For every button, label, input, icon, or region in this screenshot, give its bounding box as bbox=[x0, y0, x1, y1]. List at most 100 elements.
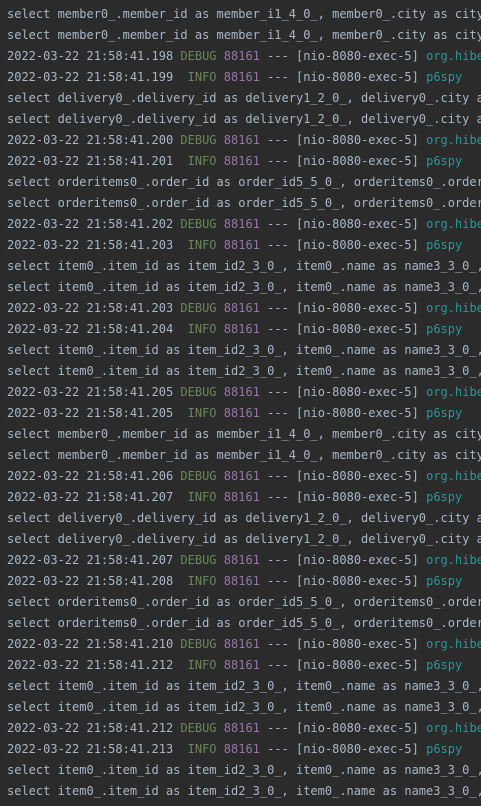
log-line: 2022-03-22 21:58:41.199 INFO 88161 --- [… bbox=[0, 67, 481, 88]
log-level: INFO bbox=[180, 70, 217, 84]
separator: --- bbox=[267, 742, 289, 756]
logger-name: org.hibe bbox=[426, 637, 481, 651]
process-id: 88161 bbox=[223, 322, 260, 336]
sql-text: select member0_.member_id as member_i1_4… bbox=[7, 427, 481, 441]
timestamp: 2022-03-22 21:58:41.210 bbox=[7, 637, 174, 651]
sql-text: select member0_.member_id as member_i1_4… bbox=[7, 7, 481, 21]
sql-text: select member0_.member_id as member_i1_4… bbox=[7, 28, 481, 42]
sql-text: select item0_.item_id as item_id2_3_0_, … bbox=[7, 259, 481, 273]
log-level: DEBUG bbox=[180, 49, 217, 63]
separator: --- bbox=[267, 301, 289, 315]
logger-name: p6spy bbox=[426, 406, 463, 420]
log-line: 2022-03-22 21:58:41.205 DEBUG 88161 --- … bbox=[0, 382, 481, 403]
log-level: DEBUG bbox=[180, 721, 217, 735]
sql-text: select orderitems0_.order_id as order_id… bbox=[7, 616, 481, 630]
log-level: INFO bbox=[180, 574, 217, 588]
process-id: 88161 bbox=[223, 49, 260, 63]
logger-name: p6spy bbox=[426, 742, 463, 756]
process-id: 88161 bbox=[223, 742, 260, 756]
log-line: 2022-03-22 21:58:41.212 DEBUG 88161 --- … bbox=[0, 718, 481, 739]
timestamp: 2022-03-22 21:58:41.205 bbox=[7, 385, 174, 399]
separator: --- bbox=[267, 217, 289, 231]
timestamp: 2022-03-22 21:58:41.203 bbox=[7, 238, 174, 252]
sql-text: select member0_.member_id as member_i1_4… bbox=[7, 448, 481, 462]
thread-name: [nio-8080-exec-5] bbox=[296, 49, 419, 63]
sql-text: select item0_.item_id as item_id2_3_0_, … bbox=[7, 679, 481, 693]
logger-name: org.hibe bbox=[426, 721, 481, 735]
separator: --- bbox=[267, 721, 289, 735]
sql-text: select orderitems0_.order_id as order_id… bbox=[7, 196, 481, 210]
log-level: DEBUG bbox=[180, 301, 217, 315]
sql-log-line: select item0_.item_id as item_id2_3_0_, … bbox=[0, 340, 481, 361]
sql-text: select delivery0_.delivery_id as deliver… bbox=[7, 112, 481, 126]
sql-log-line: select orderitems0_.order_id as order_id… bbox=[0, 172, 481, 193]
separator: --- bbox=[267, 574, 289, 588]
sql-log-line: select item0_.item_id as item_id2_3_0_, … bbox=[0, 256, 481, 277]
separator: --- bbox=[267, 469, 289, 483]
console-output: select member0_.member_id as member_i1_4… bbox=[0, 0, 481, 806]
logger-name: org.hibe bbox=[426, 49, 481, 63]
logger-name: org.hibe bbox=[426, 133, 481, 147]
log-line: 2022-03-22 21:58:41.207 DEBUG 88161 --- … bbox=[0, 550, 481, 571]
thread-name: [nio-8080-exec-5] bbox=[296, 133, 419, 147]
timestamp: 2022-03-22 21:58:41.212 bbox=[7, 721, 174, 735]
log-level: DEBUG bbox=[180, 217, 217, 231]
logger-name: org.hibe bbox=[426, 217, 481, 231]
process-id: 88161 bbox=[223, 490, 260, 504]
thread-name: [nio-8080-exec-5] bbox=[296, 322, 419, 336]
sql-log-line: select member0_.member_id as member_i1_4… bbox=[0, 4, 481, 25]
log-level: DEBUG bbox=[180, 469, 217, 483]
sql-text: select item0_.item_id as item_id2_3_0_, … bbox=[7, 700, 481, 714]
timestamp: 2022-03-22 21:58:41.201 bbox=[7, 154, 174, 168]
log-line: 2022-03-22 21:58:41.201 INFO 88161 --- [… bbox=[0, 151, 481, 172]
process-id: 88161 bbox=[223, 721, 260, 735]
sql-log-line: select item0_.item_id as item_id2_3_0_, … bbox=[0, 676, 481, 697]
sql-text: select delivery0_.delivery_id as deliver… bbox=[7, 511, 481, 525]
process-id: 88161 bbox=[223, 385, 260, 399]
separator: --- bbox=[267, 490, 289, 504]
sql-log-line: select delivery0_.delivery_id as deliver… bbox=[0, 109, 481, 130]
log-line: 2022-03-22 21:58:41.202 DEBUG 88161 --- … bbox=[0, 214, 481, 235]
log-line: 2022-03-22 21:58:41.198 DEBUG 88161 --- … bbox=[0, 46, 481, 67]
separator: --- bbox=[267, 322, 289, 336]
log-line: 2022-03-22 21:58:41.208 INFO 88161 --- [… bbox=[0, 571, 481, 592]
separator: --- bbox=[267, 637, 289, 651]
sql-log-line: select orderitems0_.order_id as order_id… bbox=[0, 193, 481, 214]
sql-text: select delivery0_.delivery_id as deliver… bbox=[7, 91, 481, 105]
process-id: 88161 bbox=[223, 154, 260, 168]
log-line: 2022-03-22 21:58:41.205 INFO 88161 --- [… bbox=[0, 403, 481, 424]
logger-name: p6spy bbox=[426, 574, 463, 588]
log-level: DEBUG bbox=[180, 133, 217, 147]
process-id: 88161 bbox=[223, 133, 260, 147]
sql-log-line: select member0_.member_id as member_i1_4… bbox=[0, 25, 481, 46]
timestamp: 2022-03-22 21:58:41.203 bbox=[7, 301, 174, 315]
log-line: 2022-03-22 21:58:41.200 DEBUG 88161 --- … bbox=[0, 130, 481, 151]
separator: --- bbox=[267, 49, 289, 63]
process-id: 88161 bbox=[223, 637, 260, 651]
process-id: 88161 bbox=[223, 301, 260, 315]
log-level: INFO bbox=[180, 154, 217, 168]
logger-name: p6spy bbox=[426, 322, 463, 336]
sql-text: select delivery0_.delivery_id as deliver… bbox=[7, 532, 481, 546]
process-id: 88161 bbox=[223, 658, 260, 672]
separator: --- bbox=[267, 238, 289, 252]
log-level: DEBUG bbox=[180, 637, 217, 651]
log-line: 2022-03-22 21:58:41.212 INFO 88161 --- [… bbox=[0, 655, 481, 676]
log-level: INFO bbox=[180, 742, 217, 756]
logger-name: org.hibe bbox=[426, 553, 481, 567]
sql-log-line: select item0_.item_id as item_id2_3_0_, … bbox=[0, 697, 481, 718]
logger-name: org.hibe bbox=[426, 301, 481, 315]
process-id: 88161 bbox=[223, 406, 260, 420]
thread-name: [nio-8080-exec-5] bbox=[296, 658, 419, 672]
thread-name: [nio-8080-exec-5] bbox=[296, 385, 419, 399]
log-line: 2022-03-22 21:58:41.204 INFO 88161 --- [… bbox=[0, 319, 481, 340]
log-line: 2022-03-22 21:58:41.206 DEBUG 88161 --- … bbox=[0, 466, 481, 487]
log-line: 2022-03-22 21:58:41.210 DEBUG 88161 --- … bbox=[0, 634, 481, 655]
sql-log-line: select delivery0_.delivery_id as deliver… bbox=[0, 529, 481, 550]
log-level: INFO bbox=[180, 490, 217, 504]
sql-log-line: select item0_.item_id as item_id2_3_0_, … bbox=[0, 277, 481, 298]
log-line: 2022-03-22 21:58:41.203 INFO 88161 --- [… bbox=[0, 235, 481, 256]
log-level: INFO bbox=[180, 322, 217, 336]
process-id: 88161 bbox=[223, 238, 260, 252]
process-id: 88161 bbox=[223, 469, 260, 483]
